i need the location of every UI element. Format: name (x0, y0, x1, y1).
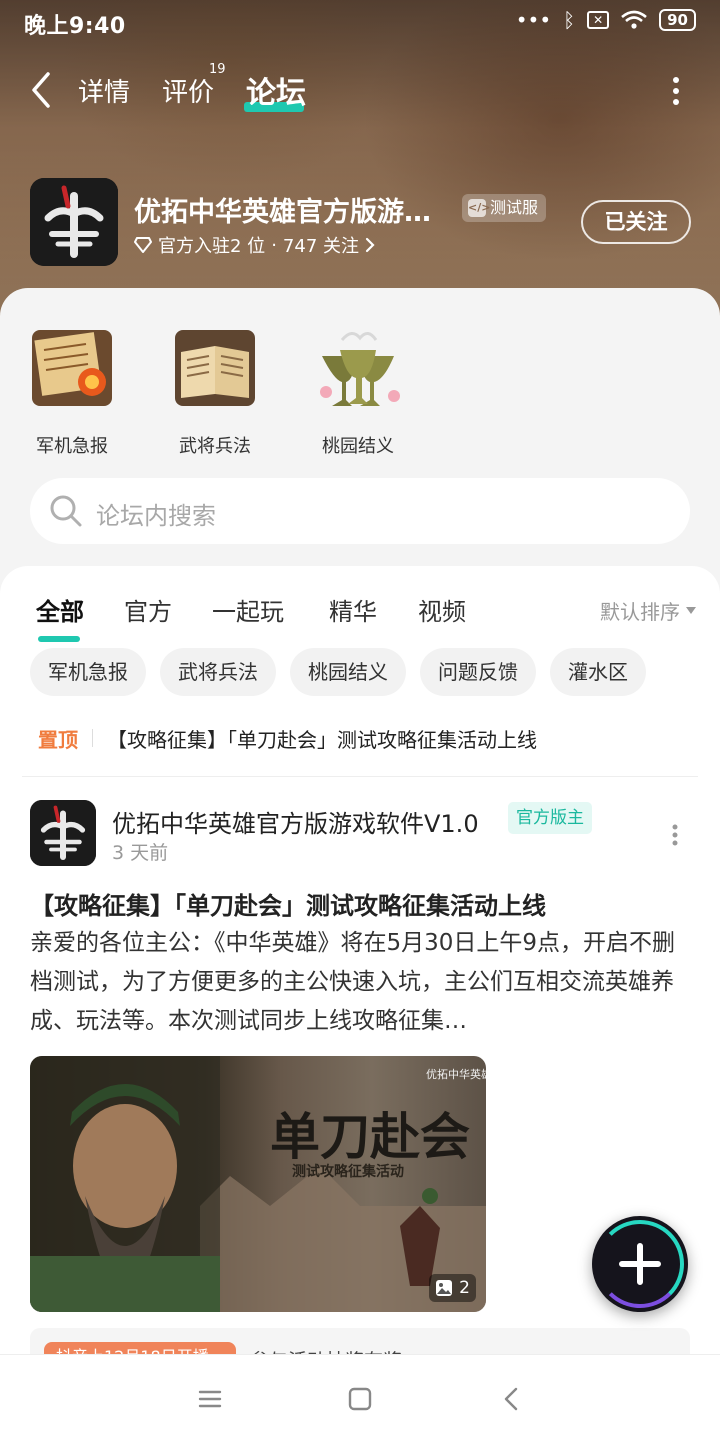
section-label: 桃园结义 (322, 436, 394, 457)
home-icon[interactable] (346, 1385, 374, 1413)
chip-military-news[interactable]: 军机急报 (30, 648, 146, 696)
bluetooth-icon: ᛒ (563, 8, 576, 32)
top-nav: 详情 评价 19 论坛 (0, 62, 720, 118)
status-time: 晚上9:40 (24, 14, 126, 39)
review-count-badge: 19 (209, 62, 226, 77)
signal-icon: ••• (515, 8, 552, 32)
post-image[interactable]: 单刀赴会 测试攻略征集活动 优拓中华英雄 2 (30, 1056, 486, 1312)
new-post-button[interactable] (592, 1216, 688, 1312)
post-image-logo: 优拓中华英雄 (426, 1067, 486, 1081)
forum-sections-panel: 军机急报 武将兵法 桃园结义 论坛内搜索 (0, 288, 720, 588)
search-icon (50, 495, 82, 527)
filter-tab-all[interactable]: 全部 (36, 592, 84, 627)
code-icon: </> (468, 199, 490, 217)
diamond-icon (134, 237, 152, 253)
app-name: 优拓中华英雄官方版游… (134, 197, 431, 228)
back-arrow-icon[interactable] (26, 68, 66, 112)
battery-indicator: 90 (659, 9, 696, 31)
official-count: 官方入驻2 位 (158, 236, 266, 257)
back-icon[interactable] (498, 1385, 526, 1413)
status-bar: 晚上9:40 ••• ᛒ ✕ 90 (0, 0, 720, 44)
chip-peach-garden[interactable]: 桃园结义 (290, 648, 406, 696)
scroll-icon (32, 330, 112, 406)
section-military-news[interactable]: 军机急报 (12, 322, 132, 458)
app-info: 优拓中华英雄官方版游… </> 测试服 官方入驻2 位 · 747 关注 已关注 (0, 178, 720, 270)
tab-review[interactable]: 评价 (162, 72, 214, 109)
section-peach-garden[interactable]: 桃园结义 (298, 322, 418, 458)
app-icon[interactable] (30, 178, 118, 266)
post-title: 【攻略征集】「单刀赴会」测试攻略征集活动上线 (30, 892, 546, 920)
follower-count: 747 关注 (282, 236, 359, 257)
test-server-label: 测试服 (490, 198, 539, 217)
forum-search-bar[interactable]: 论坛内搜索 (30, 478, 690, 544)
image-count-badge: 2 (429, 1274, 476, 1302)
pinned-tag: 置顶 (38, 727, 78, 752)
wifi-icon (621, 10, 647, 29)
moderator-badge: 官方版主 (508, 802, 592, 834)
app-meta[interactable]: 官方入驻2 位 · 747 关注 (134, 232, 375, 258)
caret-down-icon (686, 607, 696, 614)
app-logo-icon (30, 800, 96, 866)
goblets-icon (320, 332, 400, 406)
avatar[interactable] (30, 800, 96, 866)
meta-separator: · (271, 234, 277, 256)
chevron-right-icon (365, 237, 375, 253)
search-placeholder: 论坛内搜索 (96, 502, 216, 530)
category-chips: 军机急报 武将兵法 桃园结义 问题反馈 灌水区 (30, 648, 646, 696)
post-body: 亲爱的各位主公：《中华英雄》将在5月30日上午9点，开启不删档测试，为了方便更多… (30, 930, 676, 1034)
chip-generals-tactics[interactable]: 武将兵法 (160, 648, 276, 696)
chip-feedback[interactable]: 问题反馈 (420, 648, 536, 696)
no-sim-icon: ✕ (587, 11, 610, 29)
chip-chat[interactable]: 灌水区 (550, 648, 646, 696)
plus-icon (619, 1243, 661, 1285)
more-vertical-icon[interactable] (672, 76, 680, 106)
post-image-subtitle: 测试攻略征集活动 (292, 1163, 404, 1180)
filter-tab-featured[interactable]: 精华 (329, 592, 377, 627)
app-logo-icon (30, 178, 118, 266)
section-generals-tactics[interactable]: 武将兵法 (155, 322, 275, 458)
follow-button[interactable]: 已关注 (581, 200, 691, 244)
divider (22, 776, 698, 777)
pinned-title: 【攻略征集】「单刀赴会」测试攻略征集活动上线 (107, 727, 537, 752)
section-label: 武将兵法 (179, 436, 251, 457)
post-image-art: 单刀赴会 测试攻略征集活动 优拓中华英雄 (30, 1056, 486, 1312)
filter-tab-indicator (38, 636, 80, 642)
image-icon (436, 1280, 453, 1296)
section-label: 军机急报 (36, 436, 108, 457)
filter-tab-official[interactable]: 官方 (124, 592, 172, 627)
menu-icon[interactable] (196, 1385, 224, 1413)
more-vertical-icon[interactable] (672, 824, 678, 846)
test-server-badge: </> 测试服 (462, 194, 547, 222)
post-time: 3 天前 (112, 842, 169, 864)
post-image-title: 单刀赴会 (270, 1107, 470, 1166)
status-icons: ••• ᛒ ✕ 90 (516, 8, 696, 32)
image-count: 2 (459, 1278, 470, 1298)
filter-tabs: 全部 官方 一起玩 精华 视频 默认排序 (0, 592, 720, 642)
filter-tab-video[interactable]: 视频 (418, 592, 466, 627)
sort-dropdown[interactable]: 默认排序 (600, 596, 696, 625)
pinned-post[interactable]: 置顶 【攻略征集】「单刀赴会」测试攻略征集活动上线 (38, 722, 688, 754)
book-icon (175, 330, 255, 406)
system-navigation-bar (0, 1354, 720, 1440)
sort-label: 默认排序 (600, 600, 680, 624)
header-overlay (0, 0, 720, 320)
filter-tab-play-together[interactable]: 一起玩 (212, 592, 284, 627)
tab-detail[interactable]: 详情 (78, 72, 130, 109)
post-author[interactable]: 优拓中华英雄官方版游戏软件V1.0 (112, 804, 479, 839)
tab-forum[interactable]: 论坛 (246, 68, 306, 112)
pinned-divider (92, 729, 93, 747)
